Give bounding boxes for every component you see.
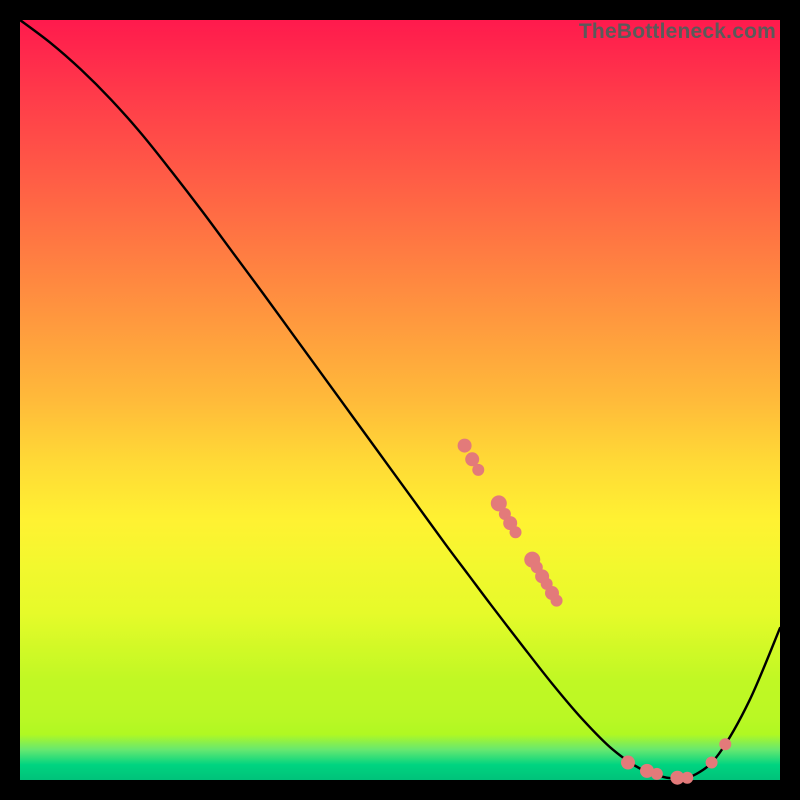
scatter-point bbox=[681, 772, 693, 784]
scatter-point bbox=[458, 439, 472, 453]
watermark-text: TheBottleneck.com bbox=[579, 20, 776, 44]
bottleneck-curve bbox=[20, 20, 780, 779]
chart-frame: TheBottleneck.com bbox=[20, 20, 780, 780]
chart-svg bbox=[20, 20, 780, 780]
scatter-point bbox=[719, 738, 731, 750]
scatter-point bbox=[651, 768, 663, 780]
scatter-point bbox=[551, 595, 563, 607]
scatter-point bbox=[510, 526, 522, 538]
curve-layer bbox=[20, 20, 780, 779]
scatter-point bbox=[706, 757, 718, 769]
scatter-point bbox=[621, 756, 635, 770]
scatter-point bbox=[472, 464, 484, 476]
